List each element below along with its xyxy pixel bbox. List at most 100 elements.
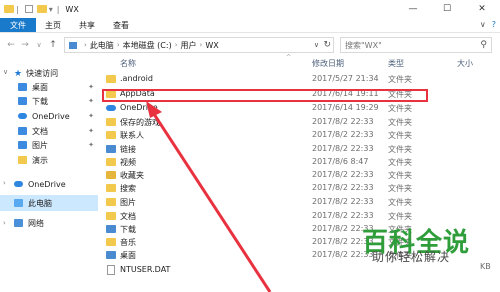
breadcrumb-users[interactable]: 用户	[181, 40, 197, 51]
file-type: 文件夹	[388, 131, 412, 140]
search-box[interactable]: ⚲	[340, 37, 492, 53]
expand-chevron-icon[interactable]: ∨	[3, 68, 8, 76]
nav-item-label: 图片	[32, 140, 48, 150]
nav-onedrive[interactable]: OneDrive	[14, 177, 98, 191]
this-pc-icon	[69, 41, 77, 49]
file-row[interactable]: 视频 2017/8/6 8:47 文件夹	[98, 157, 500, 168]
tab-home[interactable]: 主页	[36, 18, 70, 32]
file-row[interactable]: 链接 2017/8/2 22:33 文件夹	[98, 144, 500, 155]
file-row[interactable]: 搜索 2017/8/2 22:33 文件夹	[98, 183, 500, 194]
tab-view[interactable]: 查看	[104, 18, 138, 32]
quick-access-chevron-icon[interactable]: ▾	[49, 5, 53, 14]
title-bar: | ▾ | WX — ☐ ✕	[0, 0, 500, 18]
file-name: 下载	[120, 225, 136, 234]
file-date: 2017/8/6 8:47	[312, 157, 369, 166]
file-date: 2017/8/2 22:33	[312, 117, 374, 126]
breadcrumb-separator[interactable]: ›	[175, 41, 178, 49]
recent-locations-chevron-icon[interactable]: ∨	[32, 41, 46, 49]
help-icon[interactable]: ?	[492, 20, 496, 29]
ribbon-tabs: 文件 主页 共享 查看 ∨ ?	[0, 18, 500, 33]
cloud-icon	[106, 105, 116, 111]
file-row[interactable]: 保存的游戏 2017/8/2 22:33 文件夹	[98, 117, 500, 128]
file-row[interactable]: 文档 2017/8/2 22:33 文件夹	[98, 211, 500, 222]
file-type: 文件夹	[388, 198, 412, 207]
nav-this-pc[interactable]: 此电脑	[0, 195, 98, 211]
breadcrumb-separator[interactable]: ›	[200, 41, 203, 49]
file-date: 2017/8/2 22:33	[312, 211, 374, 220]
address-bar[interactable]: › 此电脑 › 本地磁盘 (C:) › 用户 › WX ∨ ↻	[64, 37, 334, 53]
nav-item-label: OneDrive	[32, 111, 70, 121]
file-date: 2017/8/2 22:33	[312, 197, 374, 206]
address-dropdown-icon[interactable]: ∨	[314, 41, 319, 49]
search-input[interactable]	[341, 40, 471, 50]
folder-icon	[4, 5, 14, 13]
minimize-button[interactable]: —	[396, 0, 430, 18]
properties-icon[interactable]	[24, 5, 33, 13]
folder-icon	[106, 145, 116, 153]
search-icon[interactable]: ⚲	[480, 40, 487, 50]
breadcrumb-this-pc[interactable]: 此电脑	[90, 40, 114, 51]
window-controls: — ☐ ✕	[396, 0, 500, 18]
close-button[interactable]: ✕	[464, 0, 500, 18]
folder-icon	[106, 198, 116, 206]
forward-arrow-icon[interactable]: →	[18, 40, 32, 50]
file-row[interactable]: OneDrive 2017/6/14 19:29 文件夹	[98, 103, 500, 114]
nav-item-desktop[interactable]: 桌面 ✦	[18, 80, 98, 94]
file-row[interactable]: .android 2017/5/27 21:34 文件夹	[98, 74, 500, 85]
file-row[interactable]: 收藏夹 2017/8/2 22:33 文件夹	[98, 170, 500, 181]
file-name: NTUSER.DAT	[120, 265, 171, 274]
ribbon-right-controls: ∨ ?	[480, 20, 496, 29]
computer-icon	[14, 199, 23, 207]
maximize-button[interactable]: ☐	[430, 0, 464, 18]
highlight-box	[102, 89, 428, 102]
expand-ribbon-chevron-icon[interactable]: ∨	[480, 20, 486, 29]
network-icon	[14, 219, 23, 227]
tab-file[interactable]: 文件	[0, 18, 36, 32]
column-header-name[interactable]: 名称	[120, 56, 300, 70]
file-type: 文件夹	[388, 171, 412, 180]
nav-onedrive-label: OneDrive	[28, 179, 66, 189]
nav-item-onedrive-quick[interactable]: OneDrive ✦	[18, 109, 98, 123]
new-folder-icon[interactable]	[36, 5, 47, 13]
tab-share[interactable]: 共享	[70, 18, 104, 32]
breadcrumb-separator[interactable]: ›	[84, 41, 87, 49]
expand-chevron-icon[interactable]: ›	[3, 179, 6, 187]
nav-item-documents[interactable]: 文档 ✦	[18, 124, 98, 138]
up-arrow-icon[interactable]: ↑	[46, 40, 60, 50]
column-header-type[interactable]: 类型	[388, 56, 448, 70]
cloud-icon	[18, 113, 27, 119]
picture-icon	[18, 141, 27, 149]
window-title: WX	[65, 4, 79, 14]
nav-item-demo[interactable]: 演示	[18, 153, 98, 167]
file-name: 联系人	[120, 131, 144, 140]
file-row[interactable]: 联系人 2017/8/2 22:33 文件夹	[98, 130, 500, 141]
file-row[interactable]: NTUSER.DAT	[98, 265, 500, 276]
expand-chevron-icon[interactable]: ›	[3, 219, 6, 227]
file-date: 2017/6/14 19:29	[312, 103, 379, 112]
nav-item-downloads[interactable]: 下载 ✦	[18, 94, 98, 108]
nav-network[interactable]: 网络	[14, 216, 98, 230]
file-date: 2017/8/2 22:33	[312, 183, 374, 192]
breadcrumb-wx[interactable]: WX	[205, 41, 218, 50]
column-header-date[interactable]: 修改日期	[312, 56, 382, 70]
back-arrow-icon[interactable]: ←	[4, 40, 18, 50]
file-name: 收藏夹	[120, 171, 144, 180]
pin-icon: ✦	[88, 112, 94, 120]
file-name: 图片	[120, 198, 136, 207]
status-size: KB	[480, 262, 491, 271]
folder-icon	[106, 118, 116, 126]
folder-icon	[106, 75, 116, 83]
quick-access-divider: |	[16, 4, 19, 14]
file-row[interactable]: 图片 2017/8/2 22:33 文件夹	[98, 197, 500, 208]
folder-icon	[18, 156, 27, 164]
breadcrumb-separator[interactable]: ›	[117, 41, 120, 49]
nav-item-pictures[interactable]: 图片 ✦	[18, 138, 98, 152]
refresh-icon[interactable]: ↻	[323, 40, 331, 50]
desktop-icon	[18, 83, 27, 91]
nav-quick-access[interactable]: ★ 快速访问	[14, 66, 98, 80]
file-name: 保存的游戏	[120, 118, 160, 127]
file-type: 文件夹	[388, 145, 412, 154]
folder-icon	[106, 158, 116, 166]
column-header-size[interactable]: 大小	[457, 56, 497, 70]
breadcrumb-local-disk[interactable]: 本地磁盘 (C:)	[123, 40, 172, 51]
